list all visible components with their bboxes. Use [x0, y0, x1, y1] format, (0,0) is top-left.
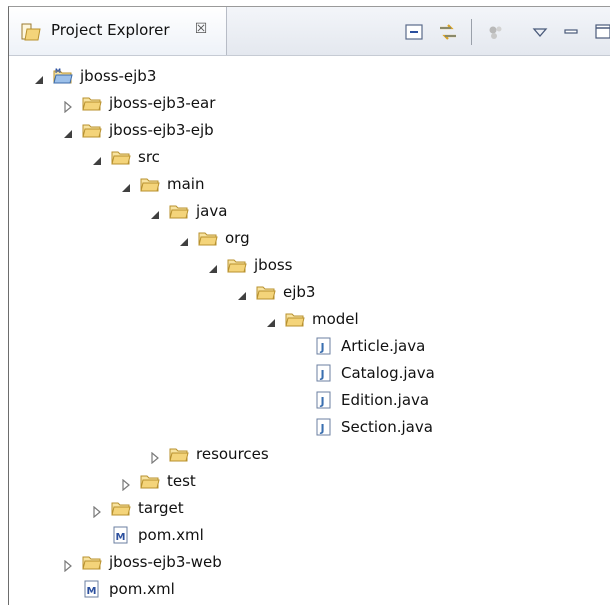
tree-item[interactable]: J Article.java [9, 333, 609, 360]
maximize-icon[interactable] [593, 21, 610, 43]
folder-icon [140, 175, 160, 193]
tree-item[interactable]: main [9, 171, 609, 198]
tree-item-label: model [312, 310, 359, 328]
tree-item-label: ejb3 [283, 283, 316, 301]
toolbar-separator [471, 19, 472, 45]
tree-item[interactable]: src [9, 144, 609, 171]
tree-item-label: jboss [254, 256, 293, 274]
folder-icon [256, 283, 276, 301]
expand-arrow-icon[interactable] [120, 476, 132, 492]
collapse-arrow-icon[interactable] [62, 125, 74, 138]
svg-text:J: J [320, 341, 325, 354]
collapse-arrow-icon[interactable] [33, 71, 45, 84]
java-file-icon: J [314, 364, 334, 382]
maven-pom-file-icon: M [82, 580, 102, 598]
tree-item-label: Section.java [341, 418, 433, 436]
collapse-arrow-icon[interactable] [207, 260, 219, 273]
tree-item-label: main [167, 175, 205, 193]
folder-icon [82, 94, 102, 112]
project-explorer-icon [21, 23, 41, 41]
svg-text:J: J [320, 368, 325, 381]
collapse-arrow-icon[interactable] [120, 179, 132, 192]
folder-icon [285, 310, 305, 328]
tree-item-label: resources [196, 445, 269, 463]
view-tab-bar: Project Explorer ☒ [9, 7, 610, 56]
tree-item[interactable]: test [9, 468, 609, 495]
tree-item[interactable]: jboss-ejb3-ear [9, 90, 609, 117]
tree-item-label: java [196, 202, 228, 220]
project-tree: Mjboss-ejb3 jboss-ejb3-ear jboss-ejb3-ejb s… [9, 55, 610, 606]
collapse-arrow-icon[interactable] [265, 314, 277, 327]
tree-item-label: Edition.java [341, 391, 430, 409]
java-file-icon: J [314, 418, 334, 436]
folder-icon [82, 121, 102, 139]
collapse-arrow-icon[interactable] [91, 152, 103, 165]
java-file-icon: J [314, 337, 334, 355]
svg-text:J: J [320, 422, 325, 435]
folder-icon [169, 202, 189, 220]
folder-icon [111, 499, 131, 517]
collapse-arrow-icon[interactable] [149, 206, 161, 219]
tree-item[interactable]: jboss-ejb3-ejb [9, 117, 609, 144]
tree-item[interactable]: Mpom.xml [9, 522, 609, 549]
folder-icon [198, 229, 218, 247]
expand-arrow-icon[interactable] [62, 557, 74, 573]
tab-project-explorer[interactable]: Project Explorer ☒ [9, 7, 227, 55]
expand-arrow-icon[interactable] [62, 98, 74, 114]
collapse-all-icon[interactable] [403, 21, 425, 43]
folder-icon [82, 553, 102, 571]
tree-item[interactable]: java [9, 198, 609, 225]
tree-item-label: src [138, 148, 160, 166]
svg-text:M: M [87, 586, 97, 597]
svg-text:J: J [320, 395, 325, 408]
tree-item[interactable]: jboss [9, 252, 609, 279]
folder-icon [227, 256, 247, 274]
tree-item-label: target [138, 499, 184, 517]
tree-item[interactable]: Mjboss-ejb3 [9, 63, 609, 90]
tree-item[interactable]: Mpom.xml [9, 576, 609, 603]
collapse-arrow-icon[interactable] [236, 287, 248, 300]
folder-icon [169, 445, 189, 463]
tree-item-label: Catalog.java [341, 364, 435, 382]
tree-item-label: org [225, 229, 250, 247]
tree-item[interactable]: model [9, 306, 609, 333]
tree-item-label: jboss-ejb3 [80, 67, 157, 85]
tree-item-label: jboss-ejb3-ear [109, 94, 216, 112]
folder-icon [111, 148, 131, 166]
tree-item[interactable]: jboss-ejb3-web [9, 549, 609, 576]
tree-item[interactable]: J Edition.java [9, 387, 609, 414]
close-icon[interactable]: ☒ [193, 21, 209, 37]
tree-item[interactable]: target [9, 495, 609, 522]
tree-item-label: jboss-ejb3-web [109, 553, 222, 571]
focus-on-active-task-icon[interactable] [485, 21, 507, 43]
tree-item[interactable]: J Section.java [9, 414, 609, 441]
tree-item[interactable]: J Catalog.java [9, 360, 609, 387]
tree-item-label: test [167, 472, 196, 490]
expand-arrow-icon[interactable] [91, 503, 103, 519]
tree-item-label: pom.xml [109, 580, 175, 598]
minimize-icon[interactable] [561, 21, 583, 43]
maven-pom-file-icon: M [111, 526, 131, 544]
tree-item-label: jboss-ejb3-ejb [109, 121, 214, 139]
svg-text:M: M [116, 532, 126, 543]
svg-text:M: M [55, 68, 61, 75]
tree-item[interactable]: org [9, 225, 609, 252]
link-with-editor-icon[interactable] [437, 21, 459, 43]
expand-arrow-icon[interactable] [149, 449, 161, 465]
collapse-arrow-icon[interactable] [178, 233, 190, 246]
tree-item[interactable]: resources [9, 441, 609, 468]
project-explorer-view: Project Explorer ☒ Mjboss-ejb3 jboss-ejb3 [8, 6, 610, 605]
view-menu-icon[interactable] [529, 21, 551, 43]
tree-item-label: Article.java [341, 337, 426, 355]
tree-item[interactable]: ejb3 [9, 279, 609, 306]
java-file-icon: J [314, 391, 334, 409]
maven-project-folder-icon: M [53, 67, 73, 85]
folder-icon [140, 472, 160, 490]
tree-item-label: pom.xml [138, 526, 204, 544]
tab-title: Project Explorer [51, 21, 170, 39]
